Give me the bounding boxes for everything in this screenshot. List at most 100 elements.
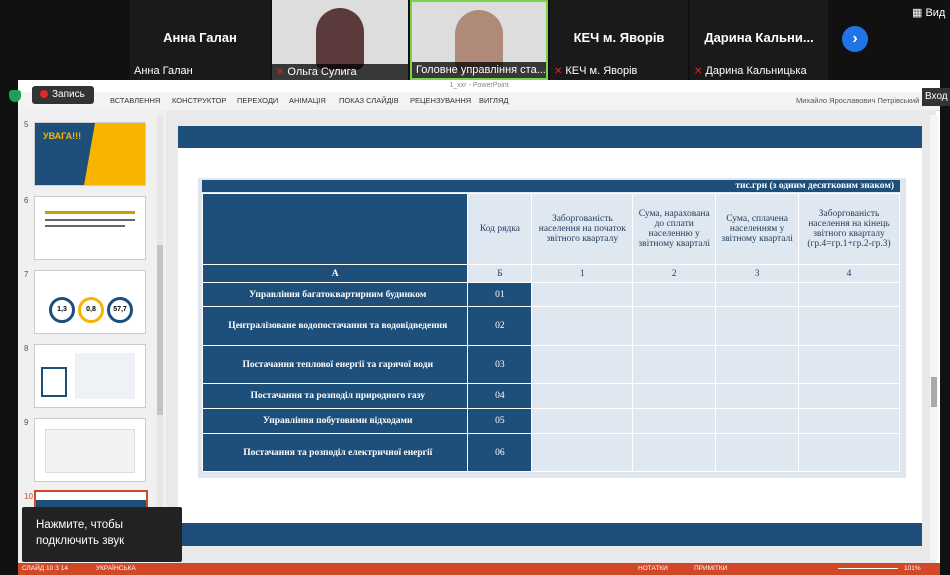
participant-label: Дарина Кальницька bbox=[705, 65, 807, 77]
row-label: Управління побутовими відходами bbox=[201, 408, 469, 434]
table-cell[interactable] bbox=[798, 345, 900, 384]
tab-animation[interactable]: АНІМАЦІЯ bbox=[289, 96, 326, 105]
thumbnail-number: 5 bbox=[24, 120, 29, 129]
audio-toast[interactable]: Нажмите, чтобы подключить звук bbox=[22, 507, 182, 562]
slide-thumbnail-9[interactable] bbox=[34, 418, 146, 482]
table-cell[interactable] bbox=[715, 383, 800, 409]
table-row: Постачання та розподіл природного газу 0… bbox=[201, 383, 900, 409]
tab-insert[interactable]: ВСТАВЛЕННЯ bbox=[110, 96, 160, 105]
zoom-slider[interactable] bbox=[838, 568, 898, 569]
table-cell[interactable] bbox=[531, 282, 634, 307]
table-cell[interactable] bbox=[798, 383, 900, 409]
thumbnail-number: 8 bbox=[24, 344, 29, 353]
next-participants-button[interactable]: › bbox=[842, 26, 868, 52]
thumbnail-value: 0,8 bbox=[78, 297, 104, 323]
table-cell[interactable] bbox=[531, 433, 634, 472]
participant-label: Головне управління ста... bbox=[412, 62, 546, 78]
participant-tile[interactable]: КЕЧ м. Яворів ✕ КЕЧ м. Яворів bbox=[550, 0, 688, 80]
table-row: Постачання теплової енергії та гарячої в… bbox=[201, 345, 900, 384]
table-cell[interactable] bbox=[798, 433, 900, 472]
participant-display-name: Анна Галан bbox=[163, 30, 237, 45]
slide-thumbnail-7[interactable]: 1,3 0,8 57,7 bbox=[34, 270, 146, 334]
thumbnail-number: 7 bbox=[24, 270, 29, 279]
participant-video bbox=[316, 8, 364, 70]
header-code: Код рядка bbox=[467, 193, 533, 265]
thumbnails-scrollbar[interactable] bbox=[157, 115, 163, 555]
status-bar: СЛАЙД 10 З 14 УКРАЇНСЬКА НОТАТКИ ПРИМІТК… bbox=[18, 563, 940, 575]
slide-thumbnails-pane: 5 УВАГА!!! 6 7 1,3 0,8 57,7 8 9 10 bbox=[18, 110, 166, 565]
tab-design[interactable]: КОНСТРУКТОР bbox=[172, 96, 226, 105]
chevron-right-icon: › bbox=[852, 30, 858, 47]
table-cell[interactable] bbox=[715, 408, 800, 434]
slide-scrollbar[interactable] bbox=[930, 115, 938, 560]
table-cell[interactable] bbox=[798, 408, 900, 434]
participant-display-name: КЕЧ м. Яворів bbox=[573, 30, 665, 45]
tab-slideshow[interactable]: ПОКАЗ СЛАЙДІВ bbox=[339, 96, 399, 105]
zoom-level[interactable]: 101% bbox=[904, 565, 921, 572]
tab-view[interactable]: ВИГЛЯД bbox=[479, 96, 508, 105]
notes-button[interactable]: НОТАТКИ bbox=[638, 565, 668, 572]
slide-thumbnail-5[interactable]: УВАГА!!! bbox=[34, 122, 146, 186]
header-col3: Сума, сплачена населенням у звітному ква… bbox=[715, 193, 800, 265]
slide-thumbnail-6[interactable] bbox=[34, 196, 146, 260]
row-label: Управління багатоквартирним будинком bbox=[201, 282, 469, 307]
table-cell[interactable] bbox=[531, 383, 634, 409]
table-cell[interactable] bbox=[531, 306, 634, 346]
scrollbar-thumb[interactable] bbox=[931, 377, 937, 407]
index-a: А bbox=[201, 264, 469, 283]
muted-mic-icon: ✕ bbox=[554, 66, 563, 77]
table-cell[interactable] bbox=[715, 345, 800, 384]
table-cell[interactable] bbox=[632, 306, 717, 346]
slide-counter: СЛАЙД 10 З 14 bbox=[22, 565, 68, 572]
shield-icon bbox=[9, 90, 21, 102]
table-cell[interactable] bbox=[715, 306, 800, 346]
table-cell[interactable] bbox=[632, 383, 717, 409]
table-cell[interactable] bbox=[798, 306, 900, 346]
index-4: 4 bbox=[798, 264, 900, 283]
view-label: Вид bbox=[925, 7, 946, 19]
table-cell[interactable] bbox=[531, 345, 634, 384]
participant-tile[interactable]: Анна Галан Анна Галан bbox=[130, 0, 270, 80]
muted-mic-icon: ✕ bbox=[694, 66, 703, 77]
slide-header-band bbox=[178, 126, 922, 148]
report-table[interactable]: Код рядка Заборгованість населення на по… bbox=[201, 193, 900, 472]
tab-review[interactable]: РЕЦЕНЗУВАННЯ bbox=[410, 96, 471, 105]
row-code: 06 bbox=[467, 433, 533, 472]
table-cell[interactable] bbox=[632, 282, 717, 307]
table-cell[interactable] bbox=[798, 282, 900, 307]
slide-footer-band bbox=[178, 523, 922, 546]
table-row: Постачання та розподіл електричної енерг… bbox=[201, 433, 900, 472]
index-b: Б bbox=[467, 264, 533, 283]
slide-thumbnail-8[interactable] bbox=[34, 344, 146, 408]
ribbon-tabs: ВСТАВЛЕННЯ КОНСТРУКТОР ПЕРЕХОДИ АНІМАЦІЯ… bbox=[18, 92, 940, 111]
row-code: 04 bbox=[467, 383, 533, 409]
header-col2: Сума, нарахована до сплати населенню у з… bbox=[632, 193, 717, 265]
row-code: 02 bbox=[467, 306, 533, 346]
table-cell[interactable] bbox=[531, 408, 634, 434]
participant-label: Анна Галан bbox=[134, 65, 193, 77]
table-cell[interactable] bbox=[715, 282, 800, 307]
participant-video-tile[interactable]: ✕ Ольга Сулига bbox=[272, 0, 408, 80]
participant-tile[interactable]: Дарина Кальни... ✕ Дарина Кальницька bbox=[690, 0, 828, 80]
recording-button[interactable]: Запись bbox=[32, 86, 94, 104]
view-button[interactable]: ▦ Вид bbox=[912, 6, 945, 19]
thumbnail-value: 1,3 bbox=[49, 297, 75, 323]
participant-video-tile-active[interactable]: Головне управління ста... bbox=[410, 0, 548, 80]
index-3: 3 bbox=[715, 264, 800, 283]
thumbnail-title: УВАГА!!! bbox=[43, 131, 82, 141]
thumbnail-number: 10 bbox=[24, 492, 33, 501]
tab-transitions[interactable]: ПЕРЕХОДИ bbox=[237, 96, 278, 105]
header-col4: Заборгованість населення на кінець звітн… bbox=[798, 193, 900, 265]
enter-button[interactable]: Вход bbox=[922, 88, 950, 106]
scrollbar-thumb[interactable] bbox=[157, 245, 163, 415]
table-row: Управління побутовими відходами 05 bbox=[201, 408, 900, 434]
row-code: 01 bbox=[467, 282, 533, 307]
comments-button[interactable]: ПРИМІТКИ bbox=[694, 565, 727, 572]
muted-mic-icon: ✕ bbox=[276, 67, 285, 78]
language-indicator[interactable]: УКРАЇНСЬКА bbox=[96, 565, 136, 572]
table-cell[interactable] bbox=[632, 433, 717, 472]
user-name[interactable]: Михайло Ярославович Петрівський bbox=[796, 96, 919, 105]
table-cell[interactable] bbox=[632, 345, 717, 384]
table-cell[interactable] bbox=[715, 433, 800, 472]
table-cell[interactable] bbox=[632, 408, 717, 434]
